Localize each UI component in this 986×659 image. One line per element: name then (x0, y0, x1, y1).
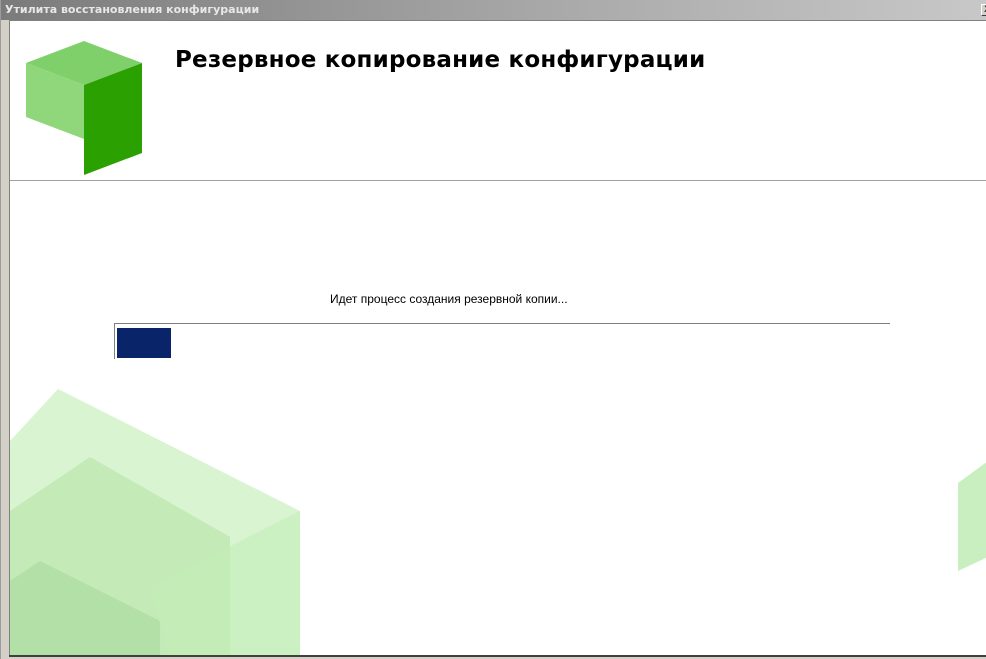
client-area: Резервное копирование конфигурации Идет … (9, 20, 986, 655)
window-title: Утилита восстановления конфигурации (5, 3, 260, 16)
header-divider (10, 180, 986, 181)
green-cube-logo-icon (26, 41, 142, 175)
page-title: Резервное копирование конфигурации (175, 47, 706, 73)
progress-fill (117, 328, 171, 358)
close-button[interactable]: X (981, 4, 986, 16)
progress-bar (114, 323, 890, 359)
title-bar[interactable]: Утилита восстановления конфигурации X (1, 0, 986, 20)
window-bottom-border (9, 655, 986, 657)
app-window: Утилита восстановления конфигурации X Ре… (0, 0, 986, 659)
background-hexagon-art (10, 389, 300, 655)
background-hexagon-art-right (958, 462, 986, 571)
status-text: Идет процесс создания резервной копии... (330, 292, 568, 306)
